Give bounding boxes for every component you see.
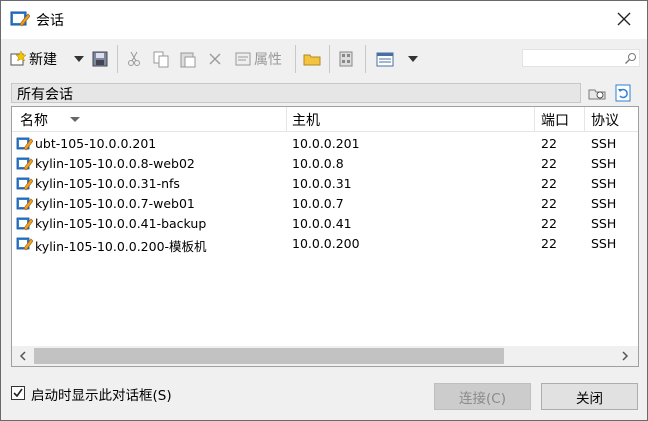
column-host-label: 主机 <box>292 113 320 129</box>
view-dropdown-icon[interactable] <box>407 55 419 63</box>
copy-icon[interactable] <box>152 50 170 68</box>
session-port: 22 <box>541 216 557 231</box>
toolbar-separator <box>329 45 330 73</box>
properties-button[interactable]: 属性 <box>234 48 282 70</box>
new-label: 新建 <box>29 52 57 68</box>
session-protocol: SSH <box>591 136 617 151</box>
search-icon <box>625 53 636 64</box>
session-port: 22 <box>541 136 557 151</box>
column-header-protocol[interactable]: 协议 <box>591 107 637 132</box>
session-host: 10.0.0.8 <box>292 156 344 171</box>
session-protocol: SSH <box>591 196 617 211</box>
session-host: 10.0.0.41 <box>292 216 352 231</box>
search-input[interactable] <box>522 49 640 67</box>
sessions-app-icon <box>10 11 30 27</box>
session-row[interactable]: kylin-105-10.0.0.7-web01 10.0.0.7 22 SSH <box>12 195 638 215</box>
cut-icon[interactable] <box>125 50 143 68</box>
session-row[interactable]: ubt-105-10.0.0.201 10.0.0.201 22 SSH <box>12 135 638 155</box>
folder-path-bar: 所有会话 <box>11 83 581 103</box>
new-folder-icon[interactable] <box>303 50 321 68</box>
close-icon[interactable] <box>615 10 633 28</box>
session-host: 10.0.0.31 <box>292 176 352 191</box>
save-session-icon[interactable] <box>91 50 109 68</box>
new-session-icon <box>10 50 27 66</box>
session-name: kylin-105-10.0.0.41-backup <box>35 216 207 231</box>
paste-icon[interactable] <box>179 50 197 68</box>
close-button[interactable]: 关闭 <box>541 383 638 410</box>
checkmark-icon <box>13 388 23 398</box>
list-header: 名称 主机 端口 协议 <box>12 107 638 132</box>
session-port: 22 <box>541 176 557 191</box>
sort-descending-icon <box>70 117 80 122</box>
toolbar: 新建 属性 <box>1 39 647 79</box>
session-list: 名称 主机 端口 协议 ubt-105-10.0.0.201 10.0.0.201… <box>11 106 639 367</box>
session-name: kylin-105-10.0.0.7-web01 <box>35 196 195 211</box>
folder-path: 所有会话 <box>17 87 73 103</box>
session-icon <box>16 157 33 171</box>
session-protocol: SSH <box>591 236 617 251</box>
session-row[interactable]: kylin-105-10.0.0.31-nfs 10.0.0.31 22 SSH <box>12 175 638 195</box>
scroll-right-icon[interactable] <box>619 350 631 362</box>
session-port: 22 <box>541 156 557 171</box>
toolbar-separator <box>295 45 296 73</box>
column-name-label: 名称 <box>20 113 48 129</box>
session-row[interactable]: kylin-105-10.0.0.8-web02 10.0.0.8 22 SSH <box>12 155 638 175</box>
session-icon <box>16 217 33 231</box>
session-row[interactable]: kylin-105-10.0.0.200-模板机 10.0.0.200 22 SSH <box>12 235 638 255</box>
session-host: 10.0.0.201 <box>292 136 360 151</box>
toolbar-separator <box>365 45 366 73</box>
column-separator[interactable] <box>534 107 535 132</box>
column-header-port[interactable]: 端口 <box>541 107 585 132</box>
delete-icon[interactable] <box>207 51 223 67</box>
session-row[interactable]: kylin-105-10.0.0.41-backup 10.0.0.41 22 SSH <box>12 215 638 235</box>
session-port: 22 <box>541 236 557 251</box>
window-title: 会话 <box>36 13 64 29</box>
scrollbar-thumb[interactable] <box>34 348 504 364</box>
session-name: kylin-105-10.0.0.200-模板机 <box>35 239 207 254</box>
session-name: kylin-105-10.0.0.31-nfs <box>35 176 180 191</box>
session-name: ubt-105-10.0.0.201 <box>35 136 157 151</box>
properties-label: 属性 <box>254 52 282 68</box>
session-protocol: SSH <box>591 216 617 231</box>
new-session-button[interactable]: 新建 <box>9 48 57 70</box>
column-separator[interactable] <box>584 107 585 132</box>
scroll-left-icon[interactable] <box>17 350 29 362</box>
new-dropdown-icon[interactable] <box>73 55 85 63</box>
session-name: kylin-105-10.0.0.8-web02 <box>35 156 195 171</box>
session-icon <box>16 137 33 151</box>
session-icon <box>16 177 33 191</box>
column-protocol-label: 协议 <box>591 113 619 129</box>
show-on-startup-checkbox[interactable] <box>11 386 25 400</box>
properties-icon <box>235 52 251 66</box>
show-on-startup-label: 启动时显示此对话框(S) <box>31 388 172 404</box>
sessions-dialog: 会话 新建 属性 所有会话 名称 主机 端口 协议 ubt-105-10.0.0… <box>0 0 648 421</box>
session-host: 10.0.0.7 <box>292 196 344 211</box>
session-icon <box>16 197 33 211</box>
session-protocol: SSH <box>591 156 617 171</box>
column-separator[interactable] <box>286 107 287 132</box>
connect-button[interactable]: 连接(C) <box>434 383 531 410</box>
toolbar-separator <box>117 45 118 73</box>
column-header-host[interactable]: 主机 <box>292 107 532 132</box>
view-icon[interactable] <box>376 50 394 68</box>
column-port-label: 端口 <box>541 113 569 129</box>
session-icon <box>16 237 33 251</box>
title-bar: 会话 <box>1 1 647 39</box>
horizontal-scrollbar[interactable] <box>12 346 638 366</box>
session-settings-icon[interactable] <box>337 50 355 68</box>
refresh-icon[interactable] <box>613 83 633 103</box>
session-protocol: SSH <box>591 176 617 191</box>
folder-up-icon[interactable] <box>587 83 607 103</box>
session-host: 10.0.0.200 <box>292 236 360 251</box>
session-port: 22 <box>541 196 557 211</box>
column-header-name[interactable]: 名称 <box>20 107 290 132</box>
